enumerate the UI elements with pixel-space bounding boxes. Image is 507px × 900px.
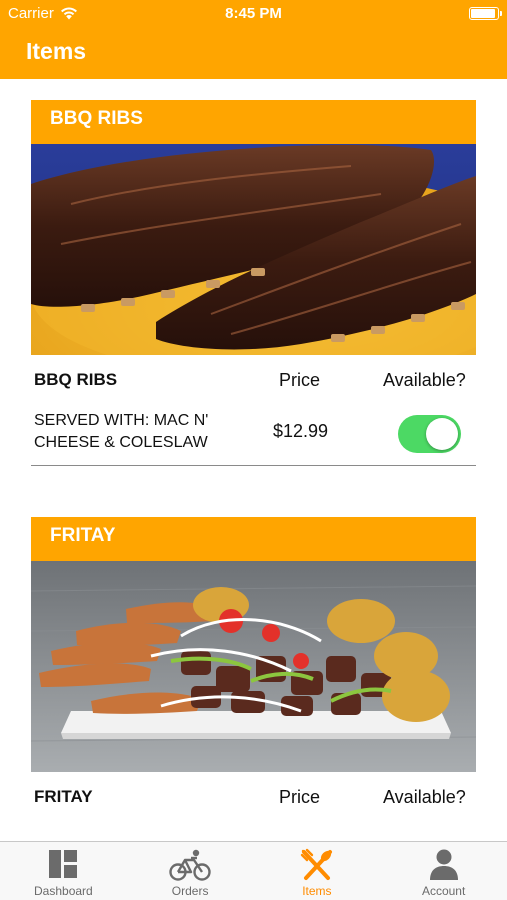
- tab-label: Orders: [171, 884, 209, 898]
- item-photo: [31, 561, 476, 772]
- item-header-row: FRITAY Price Available?: [31, 772, 476, 818]
- item-card[interactable]: FRITAY FRITAY Price Available?: [31, 517, 476, 818]
- tab-account[interactable]: Account: [380, 842, 507, 900]
- item-name: FRITAY: [34, 787, 93, 806]
- tab-bar: Dashboard Orders Items Account: [0, 841, 507, 900]
- bicycle-icon: [169, 849, 211, 881]
- tab-label: Account: [421, 884, 466, 898]
- items-list[interactable]: BBQ RIBS BBQ RIBS Price Available? SERVE…: [0, 79, 507, 841]
- item-card[interactable]: BBQ RIBS BBQ RIBS Price Available? SERVE…: [31, 100, 476, 466]
- item-photo: [31, 144, 476, 355]
- tab-label: Dashboard: [34, 884, 93, 898]
- toggle-knob: [426, 418, 458, 450]
- item-price: $12.99: [273, 421, 329, 441]
- available-column-label: Available?: [383, 370, 466, 390]
- app-header: Carrier 8:45 PM Items: [0, 0, 507, 79]
- person-icon: [429, 849, 458, 880]
- tab-items[interactable]: Items: [254, 842, 381, 900]
- availability-toggle[interactable]: [398, 415, 461, 453]
- item-detail-row: SERVED WITH: MAC N' CHEESE & COLESLAW $1…: [31, 401, 476, 466]
- available-column-label: Available?: [383, 787, 466, 807]
- price-column-label: Price: [279, 787, 321, 807]
- utensils-icon: [300, 848, 332, 880]
- item-description: SERVED WITH: MAC N' CHEESE & COLESLAW: [34, 412, 209, 451]
- item-name: BBQ RIBS: [34, 370, 118, 389]
- page-title: Items: [26, 38, 87, 64]
- tab-orders[interactable]: Orders: [127, 842, 254, 900]
- item-banner: FRITAY: [31, 517, 476, 561]
- clock: 8:45 PM: [225, 5, 282, 22]
- tab-label: Items: [302, 884, 332, 898]
- dashboard-icon: [49, 850, 78, 878]
- item-banner: BBQ RIBS: [31, 100, 476, 144]
- item-header-row: BBQ RIBS Price Available?: [31, 355, 476, 401]
- price-column-label: Price: [279, 370, 321, 390]
- status-bar: Carrier 8:45 PM: [0, 0, 507, 28]
- tab-dashboard[interactable]: Dashboard: [0, 842, 127, 900]
- battery-icon: [469, 7, 502, 20]
